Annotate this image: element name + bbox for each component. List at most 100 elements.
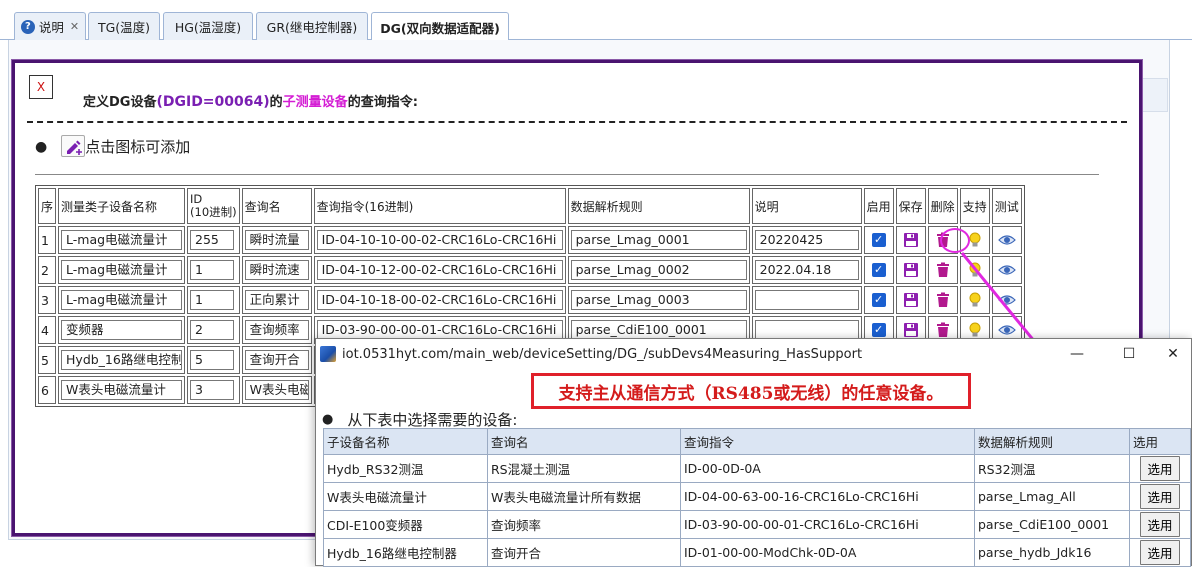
query-name-field[interactable]: 查询开合 [244,350,309,370]
tab-label: HG(温湿度) [174,20,242,35]
query-command-field[interactable]: ID-04-10-18-00-02-CRC16Lo-CRC16Hi [316,290,563,310]
tab-help[interactable]: ? 说明 ✕ [14,12,86,40]
help-icon: ? [20,19,35,34]
parse-rule-field[interactable]: parse_Lmag_0003 [570,290,747,310]
select-button[interactable]: 选用 [1140,456,1180,481]
table-row: 2 L-mag电磁流量计 1 瞬时流速 ID-04-10-12-00-02-CRC16L… [38,256,1022,284]
query-command-field[interactable]: ID-04-10-12-00-02-CRC16Lo-CRC16Hi [316,260,563,280]
sub-query-name: 查询开合 [487,538,681,567]
tab-label: 说明 [38,20,64,35]
enable-checkbox[interactable]: ✓ [871,233,886,247]
tab-gr[interactable]: GR(继电控制器) [256,12,368,40]
device-id-field[interactable]: 1 [190,260,235,280]
device-name-field[interactable]: L-mag电磁流量计 [61,290,183,310]
supported-device-table: 子设备名称 查询名 查询指令 数据解析规则 选用 Hydb_RS32测温 RS混凝… [323,428,1191,567]
device-id-field[interactable]: 2 [190,320,235,340]
row-index: 5 [38,346,57,374]
row-index: 4 [38,316,57,344]
device-name-field[interactable]: L-mag电磁流量计 [61,230,183,250]
tab-label: GR(继电控制器) [266,20,358,35]
select-prompt: ● 从下表中选择需要的设备: [322,411,518,429]
delete-icon[interactable] [931,262,955,278]
parse-rule-field[interactable]: parse_CdiE100_0001 [570,320,747,340]
note-field[interactable]: 2022.04.18 [754,260,859,280]
dialog-close-button[interactable]: X [29,75,53,99]
eye-icon[interactable] [995,264,1019,276]
eye-icon[interactable] [995,294,1019,306]
lightbulb-icon[interactable] [963,322,987,338]
note-field[interactable] [754,290,859,310]
bullet: ● [322,412,334,427]
window-close-button[interactable]: ✕ [1150,339,1192,369]
col-test: 测试 [991,188,1022,224]
select-button[interactable]: 选用 [1140,540,1180,565]
table-row: Hydb_16路继电控制器 查询开合 ID-01-00-00-ModChk-0D-0… [323,538,1191,567]
query-command-field[interactable]: ID-04-10-10-00-02-CRC16Lo-CRC16Hi [316,230,563,250]
sub-device-name: CDI-E100变频器 [323,510,488,539]
select-button[interactable]: 选用 [1140,512,1180,537]
device-id-field[interactable]: 3 [190,380,235,400]
delete-icon[interactable] [931,322,955,338]
sub-query-name: W表头电磁流量计所有数据 [487,482,681,511]
row-index: 3 [38,286,57,314]
support-popup-window: iot.0531hyt.com/main_web/deviceSetting/D… [315,338,1192,567]
device-name-field[interactable]: L-mag电磁流量计 [61,260,183,280]
col-qname: 查询名 [241,188,312,224]
table-header: 子设备名称 查询名 查询指令 数据解析规则 选用 [323,428,1191,455]
device-id-field[interactable]: 1 [190,290,235,310]
save-icon[interactable] [899,322,923,338]
query-name-field[interactable]: 瞬时流量 [244,230,309,250]
parse-rule-field[interactable]: parse_Lmag_0001 [570,230,747,250]
save-icon[interactable] [899,292,923,308]
device-name-field[interactable]: Hydb_16路继电控制 [61,350,183,370]
enable-checkbox[interactable]: ✓ [871,323,886,337]
device-name-field[interactable]: 变频器 [61,320,183,340]
save-icon[interactable] [899,232,923,248]
tab-tg[interactable]: TG(温度) [88,12,160,40]
add-icon[interactable] [61,135,86,157]
minimize-button[interactable]: — [1054,339,1100,369]
query-command-field[interactable]: ID-03-90-00-00-01-CRC16Lo-CRC16Hi [316,320,563,340]
sub-query-command: ID-01-00-00-ModChk-0D-0A [680,538,975,567]
col-subname: 子设备名称 [323,428,488,455]
sub-parse-rule: parse_CdiE100_0001 [974,510,1130,539]
col-subrule: 数据解析规则 [974,428,1130,455]
note-field[interactable] [754,320,859,340]
query-name-field[interactable]: W表头电磁 [244,380,309,400]
lightbulb-icon[interactable] [963,262,987,278]
eye-icon[interactable] [995,324,1019,336]
sub-parse-rule: parse_Lmag_All [974,482,1130,511]
sub-query-command: ID-00-0D-0A [680,454,975,483]
enable-checkbox[interactable]: ✓ [871,293,886,307]
col-seq: 序 [38,188,57,224]
dashed-divider [27,121,1127,123]
save-icon[interactable] [899,262,923,278]
device-id-field[interactable]: 255 [190,230,235,250]
col-support: 支持 [959,188,990,224]
enable-checkbox[interactable]: ✓ [871,263,886,277]
sub-query-command: ID-03-90-00-00-01-CRC16Lo-CRC16Hi [680,510,975,539]
maximize-button[interactable]: ☐ [1106,339,1152,369]
popup-url: iot.0531hyt.com/main_web/deviceSetting/D… [342,346,863,362]
close-icon: X [36,80,46,94]
close-icon[interactable]: ✕ [70,20,79,33]
sub-query-command: ID-04-00-63-00-16-CRC16Lo-CRC16Hi [680,482,975,511]
delete-icon[interactable] [931,292,955,308]
eye-icon[interactable] [995,234,1019,246]
add-hint: 点击图标可添加 [85,138,191,156]
query-name-field[interactable]: 查询频率 [244,320,309,340]
device-id-field[interactable]: 5 [190,350,235,370]
select-button[interactable]: 选用 [1140,484,1180,509]
parse-rule-field[interactable]: parse_Lmag_0002 [570,260,747,280]
tab-hg[interactable]: HG(温湿度) [163,12,253,40]
tab-dg[interactable]: DG(双向数据适配器) [371,12,509,41]
lightbulb-icon[interactable] [963,292,987,308]
table-row: 1 L-mag电磁流量计 255 瞬时流量 ID-04-10-10-00-02-CRC1… [38,226,1022,254]
query-name-field[interactable]: 正向累计 [244,290,309,310]
background-strip [1140,78,1168,112]
query-name-field[interactable]: 瞬时流速 [244,260,309,280]
table-row: W表头电磁流量计 W表头电磁流量计所有数据 ID-04-00-63-00-16-CR… [323,482,1191,511]
device-name-field[interactable]: W表头电磁流量计 [61,380,183,400]
sub-device-name: W表头电磁流量计 [323,482,488,511]
note-field[interactable]: 20220425 [754,230,859,250]
